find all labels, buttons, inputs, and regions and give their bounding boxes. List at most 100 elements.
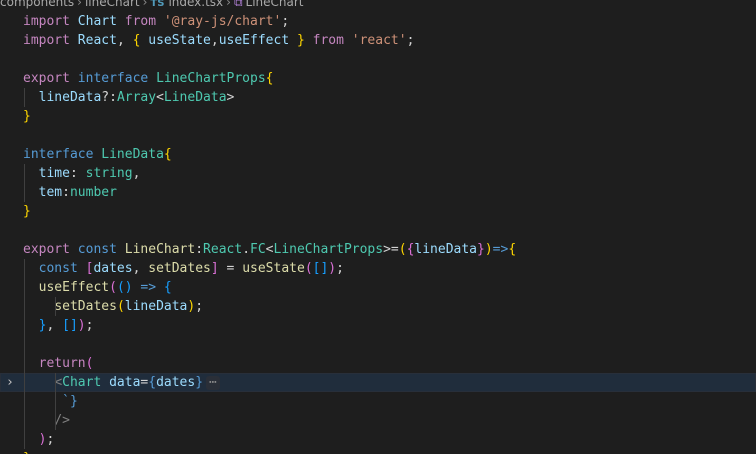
code-token: { [148,375,157,390]
code-token: React [203,242,243,257]
code-line[interactable]: export const LineChart:React.FC<LineChar… [0,240,756,259]
breadcrumb-file-index[interactable]: index.tsx [168,0,223,9]
code-token: FC [250,242,266,257]
code-line[interactable] [0,335,756,354]
indent-guide [24,259,25,278]
code-token: ( [85,356,94,371]
breadcrumb-symbol-linechart[interactable]: LineChart [246,0,304,9]
code-token: ?: [101,90,117,105]
code-line[interactable] [0,50,756,69]
chevron-right-icon[interactable]: › [6,373,14,392]
code-token: useEffect [38,280,110,295]
code-token: data [109,375,141,390]
code-line[interactable]: } [0,202,756,221]
code-token: ; [336,261,344,276]
indent-guide [24,430,25,449]
indent-guide [24,411,25,430]
code-line[interactable]: ); [0,430,756,449]
indent-guide [24,316,25,335]
code-token: ( [116,299,125,314]
code-line[interactable]: setDates(lineData); [0,297,756,316]
code-token: ; [406,33,415,48]
code-line[interactable]: return( [0,354,756,373]
code-token: React [77,33,117,48]
code-line[interactable] [0,126,756,145]
code-token: string [85,166,133,181]
code-token: import [23,33,78,48]
breadcrumb-folder-components[interactable]: components [0,0,74,9]
indent-guide [24,392,25,411]
code-token: lineData [38,90,102,105]
indent-guide [24,278,25,297]
code-token: { [508,242,517,257]
code-token: useState [242,261,305,276]
indent-guide [55,411,56,430]
code-line[interactable]: export interface LineChartProps{ [0,69,756,88]
code-token: Chart [62,375,110,390]
code-line[interactable]: }, []); [0,316,756,335]
code-token: ) [328,261,337,276]
code-token: } [296,33,313,48]
code-token: const [38,261,86,276]
code-editor[interactable]: import Chart from '@ray-js/chart'; import… [0,12,756,454]
code-line[interactable]: } [0,449,756,454]
indent-guide [55,373,56,392]
code-token: ] [210,261,219,276]
code-token: ) [484,242,493,257]
code-token: export [23,242,78,257]
code-token: > [226,90,235,105]
code-token: , [46,318,63,333]
code-token: useState [148,33,211,48]
indent-guide [24,88,25,107]
code-token: ( [398,242,407,257]
code-line[interactable]: › <Chart data={dates} ⋯ [0,373,756,392]
chevron-right-icon: › [77,0,82,9]
indent-guide [24,183,25,202]
code-line[interactable]: useEffect(() => { [0,278,756,297]
code-token: ; [281,14,290,29]
indent-guide [24,297,25,316]
code-line[interactable]: `} [0,392,756,411]
code-token: ) [77,318,86,333]
code-token: LineChartProps [273,242,384,257]
code-line[interactable]: } [0,107,756,126]
code-line[interactable]: const [dates, setDates] = useState([]); [0,259,756,278]
code-token: , [132,166,141,181]
code-token: setDates [54,299,117,314]
code-line[interactable]: import Chart from '@ray-js/chart'; [0,12,756,31]
code-token: ; [195,299,204,314]
folded-region-marker[interactable]: ⋯ [206,376,220,390]
code-token: setDates [148,261,211,276]
code-token: [] [62,318,78,333]
code-token: . [242,242,251,257]
breadcrumb-folder-linechart[interactable]: lineChart [85,0,140,9]
code-line[interactable] [0,221,756,240]
code-token: tem [38,185,63,200]
code-line[interactable]: interface LineData{ [0,145,756,164]
code-token: Array [116,90,157,105]
code-line[interactable]: import React, { useState,useEffect } fro… [0,31,756,50]
code-token: number [69,185,117,200]
code-token: time [38,166,70,181]
code-token: LineChart [124,242,196,257]
code-token: ; [46,432,55,447]
code-token: } [195,375,204,390]
code-token: , [210,33,219,48]
code-token: interface [23,147,102,162]
code-line[interactable]: time: string, [0,164,756,183]
code-line[interactable]: tem:number [0,183,756,202]
code-token: /> [54,413,70,428]
code-line[interactable]: /> [0,411,756,430]
code-token: } [23,109,31,124]
chevron-right-icon: › [142,0,148,9]
code-token: () [116,280,133,295]
code-line[interactable]: lineData?:Array<LineData> [0,88,756,107]
